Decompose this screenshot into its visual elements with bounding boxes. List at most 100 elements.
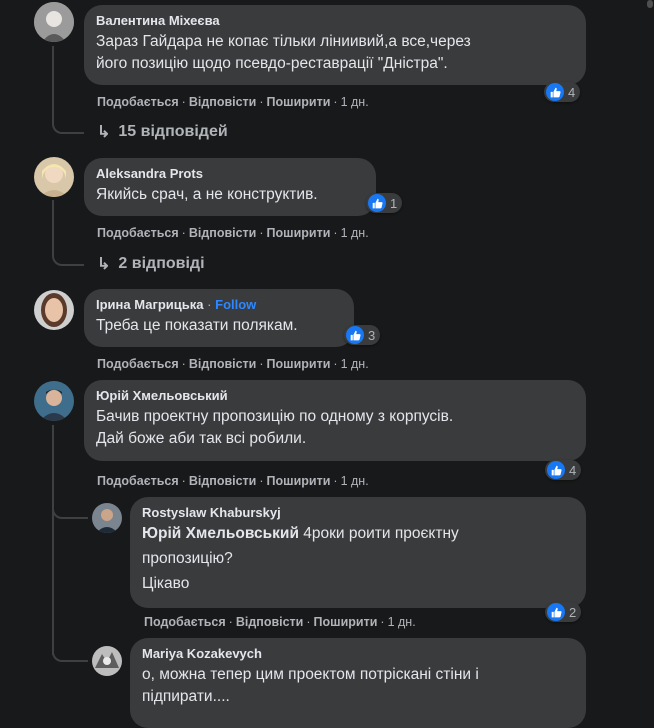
- share-button[interactable]: Поширити: [267, 474, 331, 488]
- comment-actions: Подобається · Відповісти · Поширити · 1 дн.: [97, 225, 369, 241]
- comment-actions: Подобається · Відповісти · Поширити · 1 дн.: [144, 614, 416, 630]
- separator: ·: [181, 226, 186, 240]
- thread-line: [52, 425, 54, 655]
- reaction-number: 2: [569, 604, 577, 620]
- avatar[interactable]: [34, 381, 74, 421]
- separator: ·: [181, 474, 186, 488]
- timestamp[interactable]: 1 дн.: [341, 474, 369, 488]
- reply-arrow-icon: ↳: [97, 124, 111, 141]
- avatar[interactable]: [92, 646, 122, 676]
- share-button[interactable]: Поширити: [314, 615, 378, 629]
- thumbs-up-icon: [368, 194, 386, 212]
- reaction-count[interactable]: 4: [545, 460, 582, 480]
- comment-author[interactable]: Mariya Kozakevych: [142, 646, 574, 662]
- avatar[interactable]: [92, 503, 122, 533]
- like-button[interactable]: Подобається: [97, 95, 179, 109]
- timestamp[interactable]: 1 дн.: [388, 615, 416, 629]
- scrollbar[interactable]: [646, 0, 654, 718]
- comment-author[interactable]: Aleksandra Prots: [96, 166, 364, 182]
- separator: ·: [380, 615, 385, 629]
- separator: ·: [333, 226, 338, 240]
- view-replies-link[interactable]: ↳ 15 відповідей: [97, 122, 228, 142]
- reply-button[interactable]: Відповісти: [189, 357, 257, 371]
- thumbs-up-icon: [547, 461, 565, 479]
- separator: ·: [259, 357, 264, 371]
- thread-connector: [52, 242, 84, 266]
- scrollbar-thumb[interactable]: [647, 0, 653, 8]
- share-button[interactable]: Поширити: [267, 95, 331, 109]
- view-replies-link[interactable]: ↳ 2 відповіді: [97, 254, 205, 274]
- avatar[interactable]: [34, 290, 74, 330]
- reply-bubble: Mariya Kozakevych о, можна тепер цим про…: [130, 638, 586, 728]
- separator: ·: [259, 474, 264, 488]
- replies-count-label: 15 відповідей: [118, 123, 228, 140]
- like-button[interactable]: Подобається: [97, 474, 179, 488]
- reaction-number: 3: [368, 327, 376, 343]
- comment-bubble: Юрій Хмельовський Бачив проектну пропози…: [84, 380, 586, 461]
- comment-author[interactable]: Ірина Магрицька: [96, 297, 204, 312]
- reply-button[interactable]: Відповісти: [236, 615, 304, 629]
- comment-text: Юрій Хмельовський 4роки роити проєктну: [142, 523, 574, 545]
- comment-actions: Подобається · Відповісти · Поширити · 1 дн.: [97, 473, 369, 489]
- reply-button[interactable]: Відповісти: [189, 226, 257, 240]
- comment-author[interactable]: Rostyslaw Khaburskyj: [142, 505, 574, 521]
- reaction-count[interactable]: 2: [545, 602, 582, 622]
- comment-text: пропозицію?: [142, 550, 233, 567]
- like-button[interactable]: Подобається: [97, 357, 179, 371]
- reply-button[interactable]: Відповісти: [189, 95, 257, 109]
- reply-button[interactable]: Відповісти: [189, 474, 257, 488]
- follow-button[interactable]: Follow: [215, 297, 256, 312]
- comment-bubble: Aleksandra Prots Якийсь срач, а не конст…: [84, 158, 376, 216]
- avatar[interactable]: [34, 2, 74, 42]
- separator: ·: [333, 95, 338, 109]
- comment-actions: Подобається · Відповісти · Поширити · 1 дн.: [97, 356, 369, 372]
- avatar-photo: [34, 2, 74, 42]
- comment-text: Якийсь срач, а не конструктив.: [96, 186, 318, 203]
- comment-author[interactable]: Валентина Міхеєва: [96, 13, 574, 29]
- comment-text: Дай боже аби так всі робили.: [96, 430, 307, 447]
- separator: ·: [259, 226, 264, 240]
- replies-count-label: 2 відповіді: [118, 255, 205, 272]
- separator: ·: [333, 357, 338, 371]
- thumbs-up-icon: [547, 603, 565, 621]
- comment-text: Зараз Гайдара не копає тільки ліниивий,а…: [96, 33, 471, 50]
- share-button[interactable]: Поширити: [267, 226, 331, 240]
- avatar-photo: [34, 157, 74, 197]
- separator: ·: [181, 95, 186, 109]
- comment-bubble: Ірина Магрицька · Follow Треба це показа…: [84, 289, 354, 347]
- comment-bubble: Валентина Міхеєва Зараз Гайдара не копає…: [84, 5, 586, 85]
- separator: ·: [181, 357, 186, 371]
- like-button[interactable]: Подобається: [97, 226, 179, 240]
- reaction-count[interactable]: 4: [544, 82, 581, 102]
- avatar-photo: [34, 381, 74, 421]
- avatar-photo: [92, 646, 122, 676]
- thread-connector: [52, 497, 88, 519]
- comment-text: Бачив проектну пропозицію по одному з ко…: [96, 408, 454, 425]
- reply-bubble: Rostyslaw Khaburskyj Юрій Хмельовський 4…: [130, 497, 586, 608]
- separator: ·: [207, 297, 212, 312]
- share-button[interactable]: Поширити: [267, 357, 331, 371]
- comment-text: Цікаво: [142, 575, 190, 592]
- like-button[interactable]: Подобається: [144, 615, 226, 629]
- thread-connector: [52, 640, 88, 662]
- separator: ·: [306, 615, 311, 629]
- reaction-number: 4: [569, 462, 577, 478]
- timestamp[interactable]: 1 дн.: [341, 226, 369, 240]
- reply-arrow-icon: ↳: [97, 256, 111, 273]
- reaction-number: 1: [390, 195, 398, 211]
- comment-text: о, можна тепер цим проектом потріскані с…: [142, 666, 479, 683]
- comment-actions: Подобається · Відповісти · Поширити · 1 дн.: [97, 94, 369, 110]
- reaction-number: 4: [568, 84, 576, 100]
- author-line: Ірина Магрицька · Follow: [96, 297, 342, 313]
- separator: ·: [333, 474, 338, 488]
- timestamp[interactable]: 1 дн.: [341, 357, 369, 371]
- comment-text: його позицію щодо псевдо-реставрації "Дн…: [96, 55, 448, 72]
- avatar[interactable]: [34, 157, 74, 197]
- timestamp[interactable]: 1 дн.: [341, 95, 369, 109]
- thumbs-up-icon: [546, 83, 564, 101]
- mention-link[interactable]: Юрій Хмельовський: [142, 525, 299, 542]
- comment-author[interactable]: Юрій Хмельовський: [96, 388, 574, 404]
- reaction-count[interactable]: 3: [344, 325, 381, 345]
- comment-text: Треба це показати полякам.: [96, 317, 298, 334]
- reaction-count[interactable]: 1: [366, 193, 403, 213]
